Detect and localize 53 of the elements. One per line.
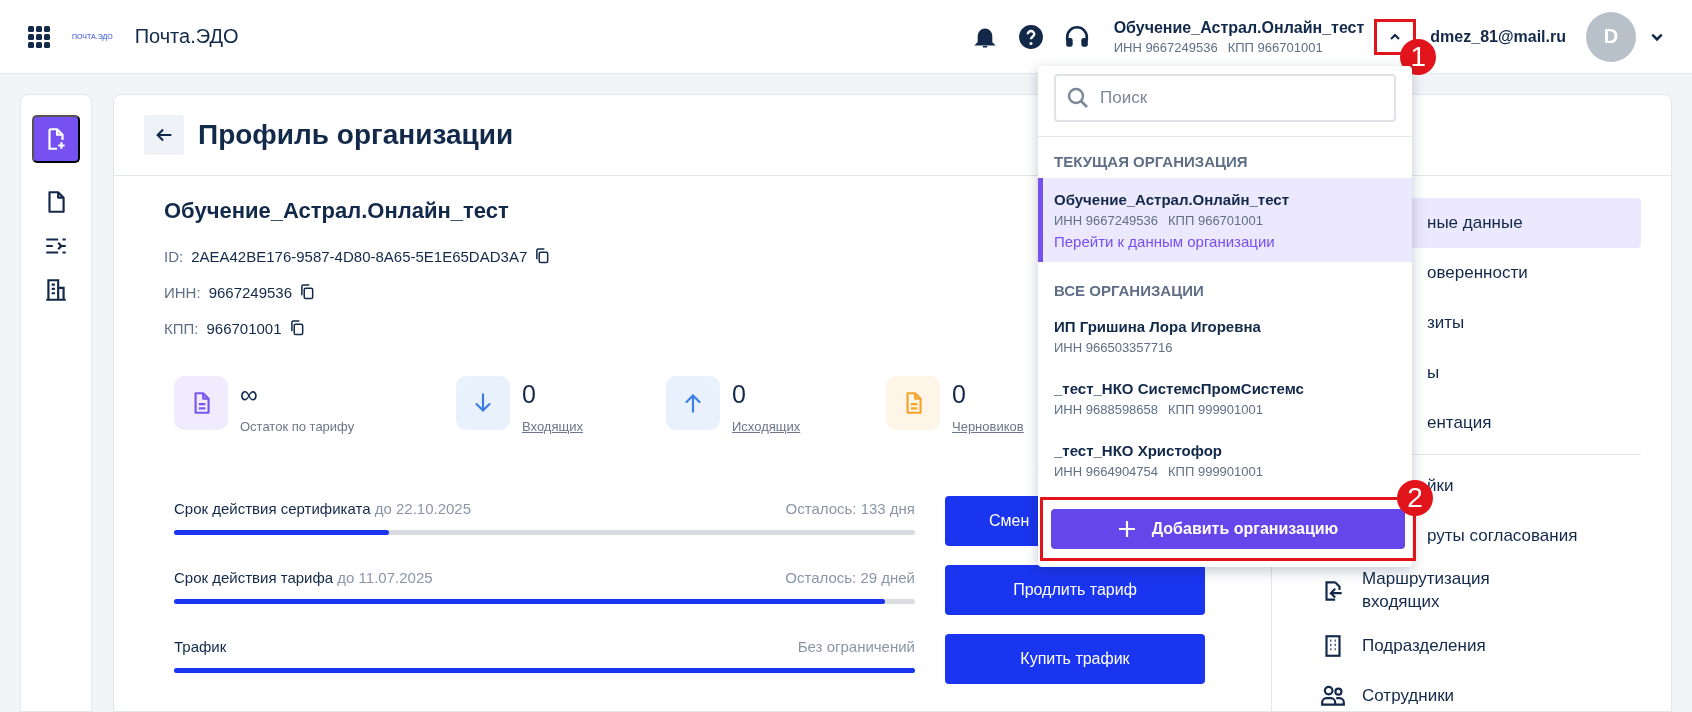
sidebar-item[interactable]: Подразделения [1290,621,1641,671]
copy-icon[interactable] [535,248,551,264]
field-label: КПП: [164,319,199,337]
stat-value: 0 [732,380,747,409]
field-label: ИНН: [164,283,201,301]
people-icon [1320,683,1346,709]
organization-link[interactable]: Перейти к данным организации [1054,233,1275,250]
add-organization-button[interactable]: Добавить организацию [1051,509,1405,549]
stat-link[interactable]: Черновиков [952,419,1024,434]
limit-remaining: Без ограничений [797,638,915,655]
limit-label: Срок действия сертификата до 22.10.2025 [174,500,472,517]
limit-remaining: Осталось: 29 дней [785,569,915,586]
limit-label: Срок действия тарифа до 11.07.2025 [174,569,433,586]
new-document-button[interactable] [32,115,80,163]
limit-label: Трафик [174,638,227,655]
section-heading: ТЕКУЩАЯ ОРГАНИЗАЦИЯ [1053,152,1249,172]
field-value: 9667249536 [208,283,293,301]
sidebar-item[interactable]: Сотрудники [1290,671,1641,712]
search-icon [1066,86,1090,110]
action-button[interactable]: Продлить тариф [945,565,1205,615]
plus-icon [1117,520,1136,538]
organization-name: Обучение_Астрал.Онлайн_тест [1054,191,1291,208]
copy-icon[interactable] [300,284,316,300]
kpp-text: КПП 966701001 [1227,39,1323,55]
field-value: 966701001 [206,319,282,337]
app-name: Почта.ЭДО [134,25,239,48]
stat-value: ∞ [240,380,259,409]
help-icon[interactable] [1017,23,1044,50]
stat-link[interactable]: Исходящих [732,419,801,434]
organization-item[interactable]: _тест_НКО СистемсПромСистемс ИНН 9688598658 КПП 999901001 [1038,369,1412,431]
page-title: Профиль организации [198,119,514,151]
stat-link[interactable]: Входящих [522,419,583,434]
back-button[interactable] [144,115,184,155]
headset-icon[interactable] [1063,23,1090,50]
section-heading: ВСЕ ОРГАНИЗАЦИИ [1053,281,1205,301]
organization-item[interactable]: ИП Гришина Лора Игоревна ИНН 966503357716 [1038,307,1412,369]
action-button[interactable]: Купить трафик [945,634,1205,684]
inn-text: ИНН 9667249536 [1113,39,1218,55]
limit-remaining: Осталось: 133 дня [785,500,915,517]
sidebar-item[interactable]: Маршрутизация входящих [1290,561,1641,621]
field-value: 2AEA42BE176-9587-4D80-8A65-5E1E65DAD3A7 [191,247,528,265]
organization-name[interactable]: Обучение_Астрал.Онлайн_тест [1113,18,1365,37]
apps-grid-icon[interactable] [28,25,50,48]
search-field[interactable]: Поиск [1054,74,1396,122]
field-label: ID: [164,247,184,265]
copy-icon[interactable] [289,320,305,336]
organization-name: Обучение_Астрал.Онлайн_тест [164,198,509,224]
stat-value: 0 [522,380,537,409]
inn-text: ИНН 9667249536 [1054,213,1159,228]
building-icon[interactable] [43,277,69,303]
stat-value: 0 [952,380,967,409]
stat-label: Остаток по тарифу [240,419,355,434]
kpp-text: КПП 966701001 [1168,213,1263,228]
